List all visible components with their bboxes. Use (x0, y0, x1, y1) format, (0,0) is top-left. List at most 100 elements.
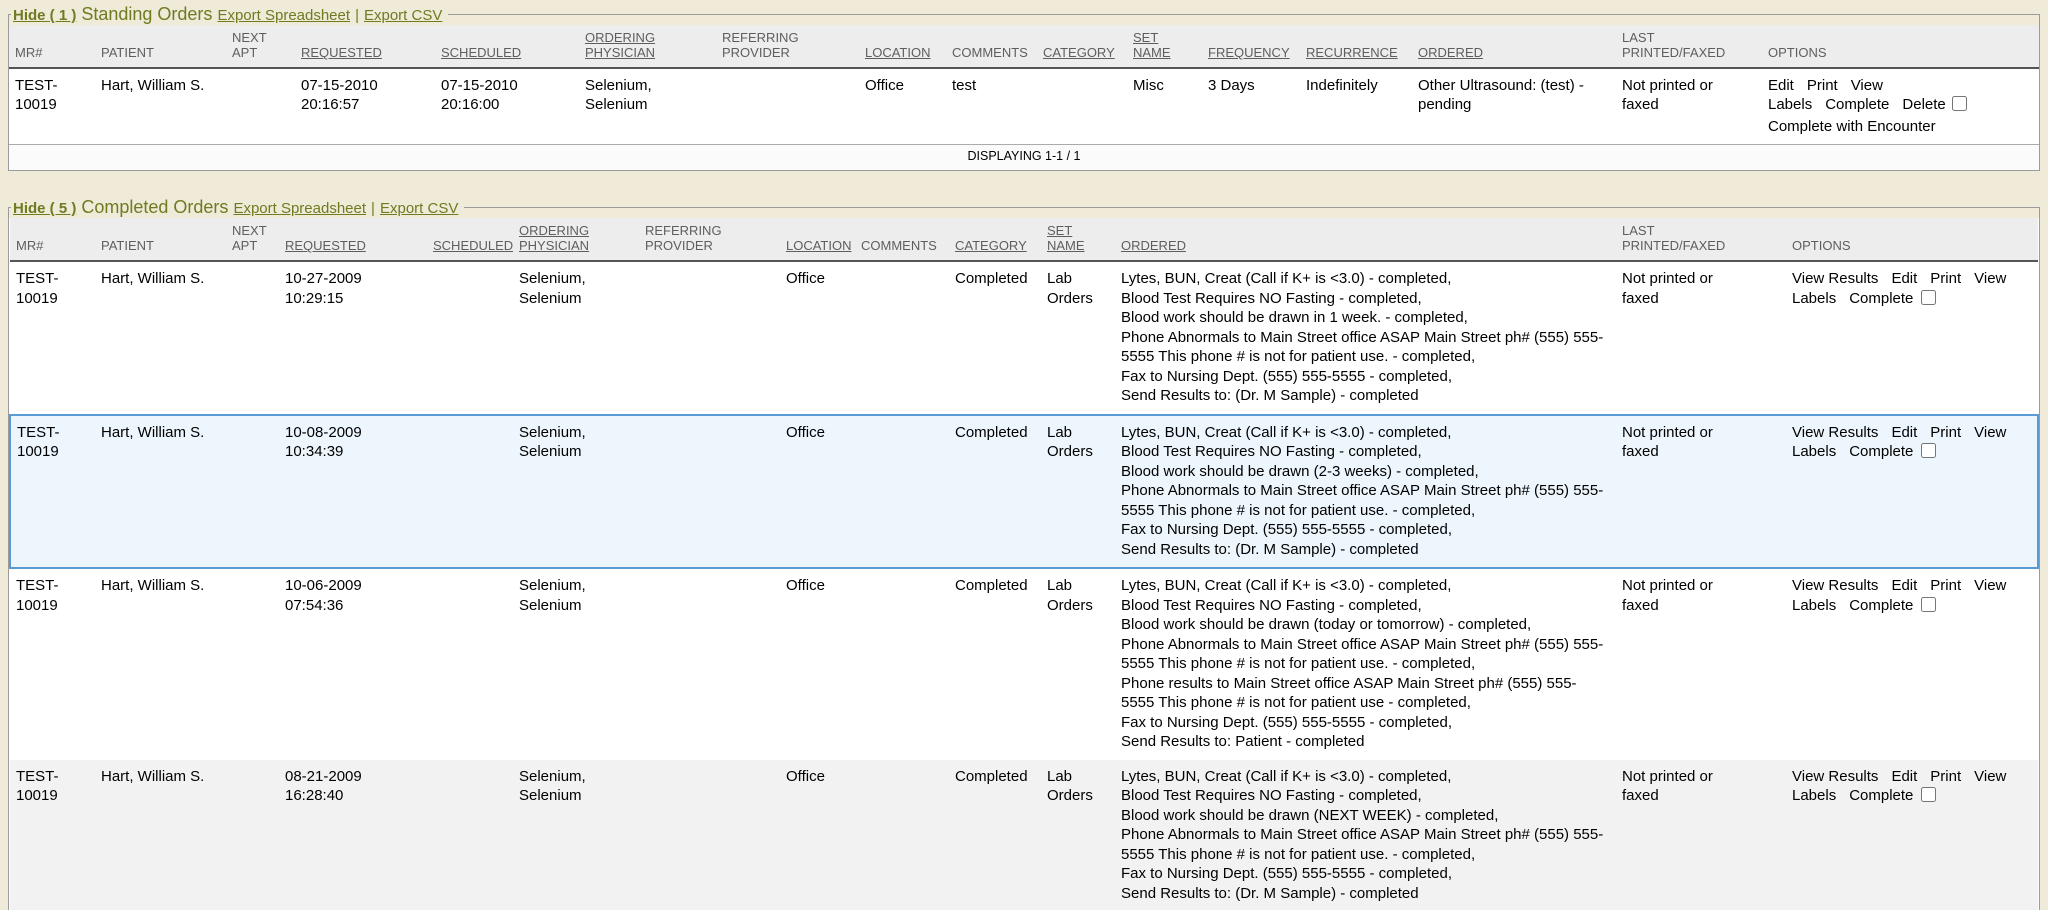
complete-link[interactable]: Complete (1825, 96, 1889, 113)
print-link[interactable]: Print (1930, 270, 1961, 287)
location-cell: Office (859, 68, 946, 145)
table-row: TEST-10019 Hart, William S. 10-06-2009 0… (10, 568, 2038, 760)
set-name-cell: Lab Orders (1041, 415, 1115, 569)
ordered-cell: Other Ultrasound: (test) - pending (1412, 68, 1616, 145)
col-set-name[interactable]: SET NAME (1127, 25, 1202, 68)
delete-link[interactable]: Delete (1902, 96, 1945, 113)
col-ordered[interactable]: ORDERED (1115, 218, 1616, 261)
col-category[interactable]: CATEGORY (1037, 25, 1127, 68)
mr-cell: TEST-10019 (10, 261, 95, 415)
location-cell: Office (780, 760, 855, 910)
edit-link[interactable]: Edit (1768, 77, 1794, 94)
next-apt-cell (226, 261, 279, 415)
standing-orders-legend: Hide ( 1 ) Standing Orders Export Spread… (11, 4, 448, 25)
complete-link[interactable]: Complete (1849, 787, 1913, 804)
complete-link[interactable]: Complete (1849, 443, 1913, 460)
standing-header-row: MR# PATIENT NEXT APT REQUESTED SCHEDULED… (9, 25, 2039, 68)
scheduled-cell (427, 261, 513, 415)
completed-hide-link[interactable]: Hide ( 5 ) (13, 200, 76, 217)
view-results-link[interactable]: View Results (1792, 577, 1878, 594)
patient-cell: Hart, William S. (95, 68, 226, 145)
print-link[interactable]: Print (1930, 768, 1961, 785)
table-row: TEST-10019 Hart, William S. 10-27-2009 1… (10, 261, 2038, 415)
frequency-cell: 3 Days (1202, 68, 1300, 145)
col-ordering-physician[interactable]: ORDERING PHYSICIAN (513, 218, 639, 261)
order-checkbox[interactable] (1921, 597, 1936, 612)
col-last-printed-faxed: LAST PRINTED/FAXED (1616, 25, 1762, 68)
paging-status: DISPLAYING 1-1 / 1 (9, 145, 2039, 170)
print-link[interactable]: Print (1930, 577, 1961, 594)
last-printed-faxed-cell: Not printed or faxed (1616, 568, 1786, 760)
col-requested[interactable]: REQUESTED (295, 25, 435, 68)
edit-link[interactable]: Edit (1891, 768, 1917, 785)
set-name-cell: Lab Orders (1041, 261, 1115, 415)
last-printed-faxed-cell: Not printed or faxed (1616, 415, 1786, 569)
view-results-link[interactable]: View Results (1792, 768, 1878, 785)
standing-export-spreadsheet-link[interactable]: Export Spreadsheet (217, 7, 350, 24)
standing-hide-link[interactable]: Hide ( 1 ) (13, 7, 76, 24)
last-printed-faxed-cell: Not printed or faxed (1616, 760, 1786, 910)
patient-cell: Hart, William S. (95, 415, 226, 569)
options-cell: EditPrintView LabelsCompleteDelete Compl… (1762, 68, 2039, 145)
ordering-physician-cell: Selenium, Selenium (513, 568, 639, 760)
standing-export-csv-link[interactable]: Export CSV (364, 7, 442, 24)
mr-cell: TEST-10019 (10, 568, 95, 760)
mr-cell: TEST-10019 (10, 760, 95, 910)
referring-provider-cell (716, 68, 859, 145)
col-mr: MR# (10, 218, 95, 261)
col-referring-provider: REFERRING PROVIDER (639, 218, 780, 261)
edit-link[interactable]: Edit (1891, 577, 1917, 594)
edit-link[interactable]: Edit (1891, 424, 1917, 441)
order-checkbox[interactable] (1921, 443, 1936, 458)
edit-link[interactable]: Edit (1891, 270, 1917, 287)
complete-with-encounter-link[interactable]: Complete with Encounter (1768, 118, 1936, 135)
comments-cell: test (946, 68, 1037, 145)
col-recurrence[interactable]: RECURRENCE (1300, 25, 1412, 68)
order-checkbox[interactable] (1921, 787, 1936, 802)
scheduled-cell: 07-15-2010 20:16:00 (435, 68, 579, 145)
col-requested[interactable]: REQUESTED (279, 218, 427, 261)
completed-orders-table: MR# PATIENT NEXT APT REQUESTED SCHEDULED… (9, 218, 2039, 910)
col-last-printed-faxed: LAST PRINTED/FAXED (1616, 218, 1786, 261)
complete-link[interactable]: Complete (1849, 597, 1913, 614)
view-results-link[interactable]: View Results (1792, 270, 1878, 287)
options-cell: View ResultsEditPrintView LabelsComplete (1786, 760, 2038, 910)
standing-orders-section: Hide ( 1 ) Standing Orders Export Spread… (8, 4, 2040, 171)
col-set-name[interactable]: SET NAME (1041, 218, 1115, 261)
col-patient: PATIENT (95, 218, 226, 261)
requested-cell: 07-15-2010 20:16:57 (295, 68, 435, 145)
order-checkbox[interactable] (1921, 290, 1936, 305)
comments-cell (855, 760, 949, 910)
col-comments: COMMENTS (855, 218, 949, 261)
completed-header-row: MR# PATIENT NEXT APT REQUESTED SCHEDULED… (10, 218, 2038, 261)
col-frequency[interactable]: FREQUENCY (1202, 25, 1300, 68)
completed-export-spreadsheet-link[interactable]: Export Spreadsheet (233, 200, 366, 217)
col-referring-provider: REFERRING PROVIDER (716, 25, 859, 68)
col-ordering-physician[interactable]: ORDERING PHYSICIAN (579, 25, 716, 68)
col-category[interactable]: CATEGORY (949, 218, 1041, 261)
col-location[interactable]: LOCATION (859, 25, 946, 68)
options-cell: View ResultsEditPrintView LabelsComplete (1786, 568, 2038, 760)
location-cell: Office (780, 568, 855, 760)
col-scheduled[interactable]: SCHEDULED (427, 218, 513, 261)
referring-provider-cell (639, 568, 780, 760)
requested-cell: 08-21-2009 16:28:40 (279, 760, 427, 910)
print-link[interactable]: Print (1807, 77, 1838, 94)
mr-cell: TEST-10019 (9, 68, 95, 145)
patient-cell: Hart, William S. (95, 261, 226, 415)
complete-link[interactable]: Complete (1849, 290, 1913, 307)
col-scheduled[interactable]: SCHEDULED (435, 25, 579, 68)
col-location[interactable]: LOCATION (780, 218, 855, 261)
referring-provider-cell (639, 415, 780, 569)
print-link[interactable]: Print (1930, 424, 1961, 441)
options-cell: View ResultsEditPrintView LabelsComplete (1786, 261, 2038, 415)
view-results-link[interactable]: View Results (1792, 424, 1878, 441)
col-ordered[interactable]: ORDERED (1412, 25, 1616, 68)
category-cell: Completed (949, 415, 1041, 569)
completed-export-csv-link[interactable]: Export CSV (380, 200, 458, 217)
scheduled-cell (427, 760, 513, 910)
order-checkbox[interactable] (1952, 96, 1967, 111)
comments-cell (855, 261, 949, 415)
ordering-physician-cell: Selenium, Selenium (513, 415, 639, 569)
ordered-cell: Lytes, BUN, Creat (Call if K+ is <3.0) -… (1115, 261, 1616, 415)
